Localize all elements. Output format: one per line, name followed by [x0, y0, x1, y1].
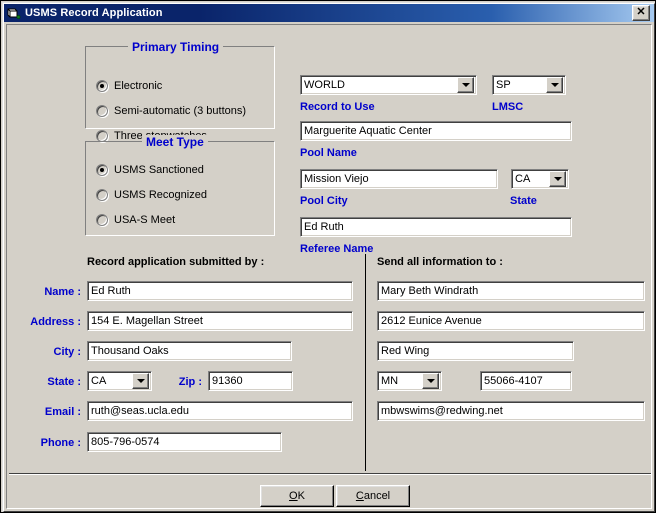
close-icon: ✕: [636, 6, 646, 18]
submitter-heading: Record application submitted by :: [87, 256, 265, 268]
submitter-name-label: Name :: [44, 286, 81, 298]
radio-label-usms-sanctioned: USMS Sanctioned: [114, 164, 204, 176]
radio-usa-s-meet[interactable]: USA-S Meet: [96, 214, 175, 226]
pool-name-input[interactable]: Marguerite Aquatic Center: [300, 121, 572, 141]
record-to-use-combo[interactable]: WORLD: [300, 75, 477, 95]
pool-city-input[interactable]: Mission Viejo: [300, 169, 498, 189]
ok-rest: K: [297, 490, 305, 502]
submitter-city-label: City :: [53, 346, 82, 358]
lmsc-combo[interactable]: SP: [492, 75, 566, 95]
recipient-city-input[interactable]: Red Wing: [377, 341, 574, 361]
submitter-zip-input[interactable]: 91360: [208, 371, 293, 391]
radio-usms-recognized[interactable]: USMS Recognized: [96, 189, 207, 201]
vb-form-icon: [6, 5, 22, 21]
section-divider: [365, 254, 366, 471]
recipient-zip-value: 55066-4107: [484, 375, 543, 387]
submitter-address-label: Address :: [30, 316, 81, 328]
submitter-state-label: State :: [47, 376, 81, 388]
radio-indicator-usms-recognized: [96, 189, 108, 201]
radio-label-usa-s-meet: USA-S Meet: [114, 214, 176, 226]
radio-electronic[interactable]: Electronic: [96, 80, 162, 92]
radio-indicator-usa-s-meet: [96, 214, 108, 226]
chevron-down-icon: [461, 83, 470, 87]
lmsc-label: LMSC: [492, 101, 524, 113]
submitter-email-label: Email :: [44, 406, 81, 418]
ok-button-label: OK: [289, 490, 305, 502]
radio-usms-sanctioned[interactable]: USMS Sanctioned: [96, 164, 204, 176]
referee-name-input[interactable]: Ed Ruth: [300, 217, 572, 237]
cancel-button-label: Cancel: [356, 490, 390, 502]
radio-indicator-usms-sanctioned: [96, 164, 108, 176]
chevron-down-icon: [553, 177, 562, 181]
recipient-state-dropdown-button[interactable]: [422, 373, 439, 389]
lmsc-value: SP: [496, 79, 511, 91]
submitter-city-value: Thousand Oaks: [91, 345, 169, 357]
chevron-down-icon: [550, 83, 559, 87]
referee-name-label: Referee Name: [300, 243, 374, 255]
recipient-email-input[interactable]: mbwswims@redwing.net: [377, 401, 645, 421]
pool-state-label: State: [510, 195, 537, 207]
pool-city-label: Pool City: [300, 195, 348, 207]
ok-button[interactable]: OK: [260, 485, 334, 507]
primary-timing-legend: Primary Timing: [128, 40, 224, 54]
submitter-phone-input[interactable]: 805-796-0574: [87, 432, 282, 452]
lmsc-dropdown-button[interactable]: [546, 77, 563, 93]
record-to-use-dropdown-button[interactable]: [457, 77, 474, 93]
referee-name-value: Ed Ruth: [304, 221, 344, 233]
recipient-name-value: Mary Beth Windrath: [381, 285, 479, 297]
radio-indicator-electronic: [96, 80, 108, 92]
submitter-state-value: CA: [91, 375, 107, 387]
submitter-name-input[interactable]: Ed Ruth: [87, 281, 353, 301]
client-area: Primary Timing Electronic Semi-automatic…: [6, 24, 652, 509]
submitter-city-input[interactable]: Thousand Oaks: [87, 341, 292, 361]
record-to-use-label: Record to Use: [300, 101, 375, 113]
close-button[interactable]: ✕: [632, 5, 650, 21]
window-title: USMS Record Application: [25, 7, 163, 19]
button-bar-separator: [9, 473, 651, 475]
radio-indicator-semi-automatic: [96, 105, 108, 117]
title-bar[interactable]: USMS Record Application ✕: [4, 4, 654, 22]
recipient-email-value: mbwswims@redwing.net: [381, 405, 503, 417]
recipient-address-input[interactable]: 2612 Eunice Avenue: [377, 311, 645, 331]
cancel-rest: ancel: [363, 490, 391, 502]
recipient-state-combo[interactable]: MN: [377, 371, 442, 391]
ok-mnemonic: O: [289, 490, 298, 502]
pool-state-combo[interactable]: CA: [511, 169, 569, 189]
submitter-email-input[interactable]: ruth@seas.ucla.edu: [87, 401, 353, 421]
chevron-down-icon: [426, 379, 435, 383]
recipient-heading: Send all information to :: [377, 256, 503, 268]
pool-state-value: CA: [515, 173, 531, 185]
recipient-address-value: 2612 Eunice Avenue: [381, 315, 482, 327]
submitter-zip-value: 91360: [212, 375, 243, 387]
submitter-address-input[interactable]: 154 E. Magellan Street: [87, 311, 353, 331]
cancel-mnemonic: C: [355, 490, 364, 502]
pool-state-dropdown-button[interactable]: [549, 171, 566, 187]
pool-name-value: Marguerite Aquatic Center: [304, 125, 432, 137]
radio-label-semi-automatic: Semi-automatic (3 buttons): [114, 105, 247, 117]
radio-label-electronic: Electronic: [114, 80, 163, 92]
submitter-phone-value: 805-796-0574: [91, 436, 160, 448]
submitter-email-value: ruth@seas.ucla.edu: [91, 405, 190, 417]
submitter-phone-label: Phone :: [40, 437, 81, 449]
radio-semi-automatic[interactable]: Semi-automatic (3 buttons): [96, 105, 246, 117]
submitter-zip-label: Zip :: [178, 376, 202, 388]
meet-type-legend: Meet Type: [142, 135, 208, 149]
recipient-zip-input[interactable]: 55066-4107: [480, 371, 572, 391]
cancel-button[interactable]: Cancel: [336, 485, 410, 507]
recipient-name-input[interactable]: Mary Beth Windrath: [377, 281, 645, 301]
recipient-state-value: MN: [381, 375, 399, 387]
radio-label-usms-recognized: USMS Recognized: [114, 189, 207, 201]
pool-name-label: Pool Name: [300, 147, 357, 159]
record-to-use-value: WORLD: [304, 79, 345, 91]
recipient-city-value: Red Wing: [381, 345, 430, 357]
submitter-address-value: 154 E. Magellan Street: [91, 315, 203, 327]
pool-city-value: Mission Viejo: [304, 173, 369, 185]
application-window: USMS Record Application ✕ Primary Timing…: [0, 0, 656, 513]
submitter-name-value: Ed Ruth: [91, 285, 131, 297]
